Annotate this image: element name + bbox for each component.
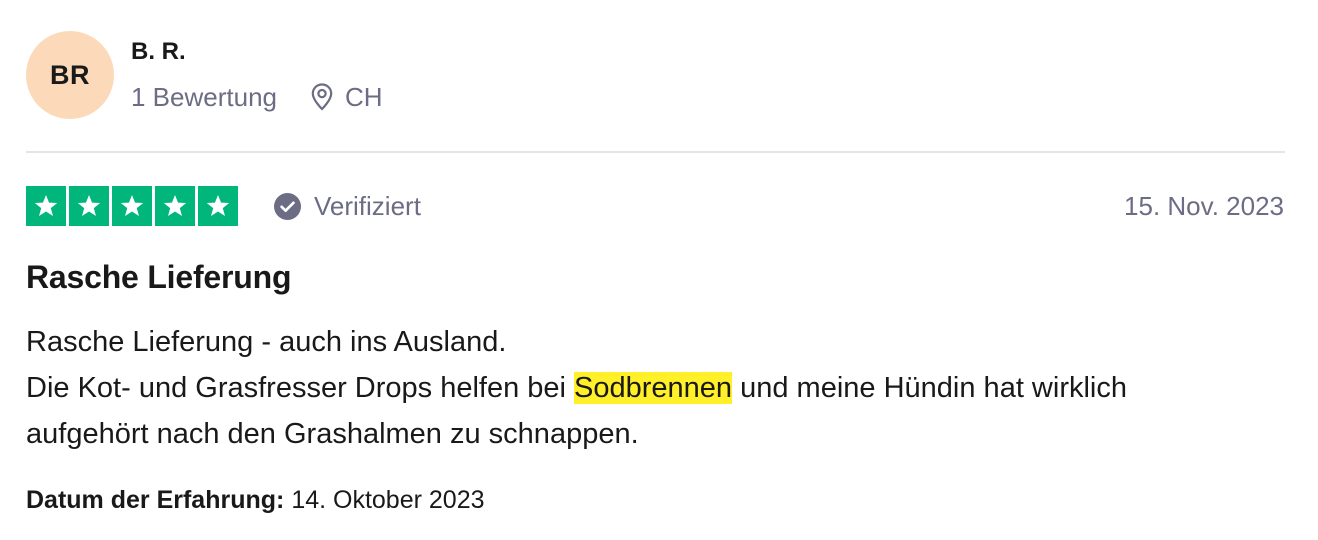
verified-badge[interactable]: Verifiziert <box>274 189 421 223</box>
star-rating <box>26 186 238 226</box>
review-count: 1 Bewertung <box>131 81 277 112</box>
verified-label: Verifiziert <box>314 190 421 221</box>
star-icon <box>69 186 109 226</box>
experience-label: Datum der Erfahrung: <box>26 486 285 514</box>
review-body-line: Rasche Lieferung - auch ins Ausland. <box>26 326 507 358</box>
date-of-experience: Datum der Erfahrung: 14. Oktober 2023 <box>26 486 485 515</box>
star-icon <box>26 186 66 226</box>
country-code: CH <box>344 81 383 112</box>
avatar[interactable]: BR <box>26 31 114 119</box>
review-body-text: und meine Hündin hat wirklich <box>732 372 1127 404</box>
review-body: Rasche Lieferung - auch ins Ausland. Die… <box>26 319 1296 457</box>
verified-check-icon <box>274 192 301 220</box>
avatar-initials: BR <box>50 59 90 90</box>
review-title[interactable]: Rasche Lieferung <box>26 259 292 296</box>
review-body-line: aufgehört nach den Grashalmen zu schnapp… <box>26 418 639 450</box>
consumer-meta: 1 Bewertung CH <box>131 80 383 114</box>
star-icon <box>112 186 152 226</box>
star-icon <box>198 186 238 226</box>
review-date: 15. Nov. 2023 <box>1124 190 1284 221</box>
consumer-name[interactable]: B. R. <box>131 38 186 66</box>
consumer-location: CH <box>311 82 383 113</box>
divider <box>26 151 1285 153</box>
review-card: BR B. R. 1 Bewertung CH Verifiziert 15. … <box>0 0 1318 540</box>
experience-date: 14. Oktober 2023 <box>291 486 485 514</box>
review-body-line: Die Kot- und Grasfresser Drops helfen be… <box>26 365 1296 411</box>
location-pin-icon <box>311 83 333 111</box>
review-body-text: Die Kot- und Grasfresser Drops helfen be… <box>26 372 575 404</box>
star-icon <box>155 186 195 226</box>
highlighted-keyword: Sodbrennen <box>574 372 733 404</box>
